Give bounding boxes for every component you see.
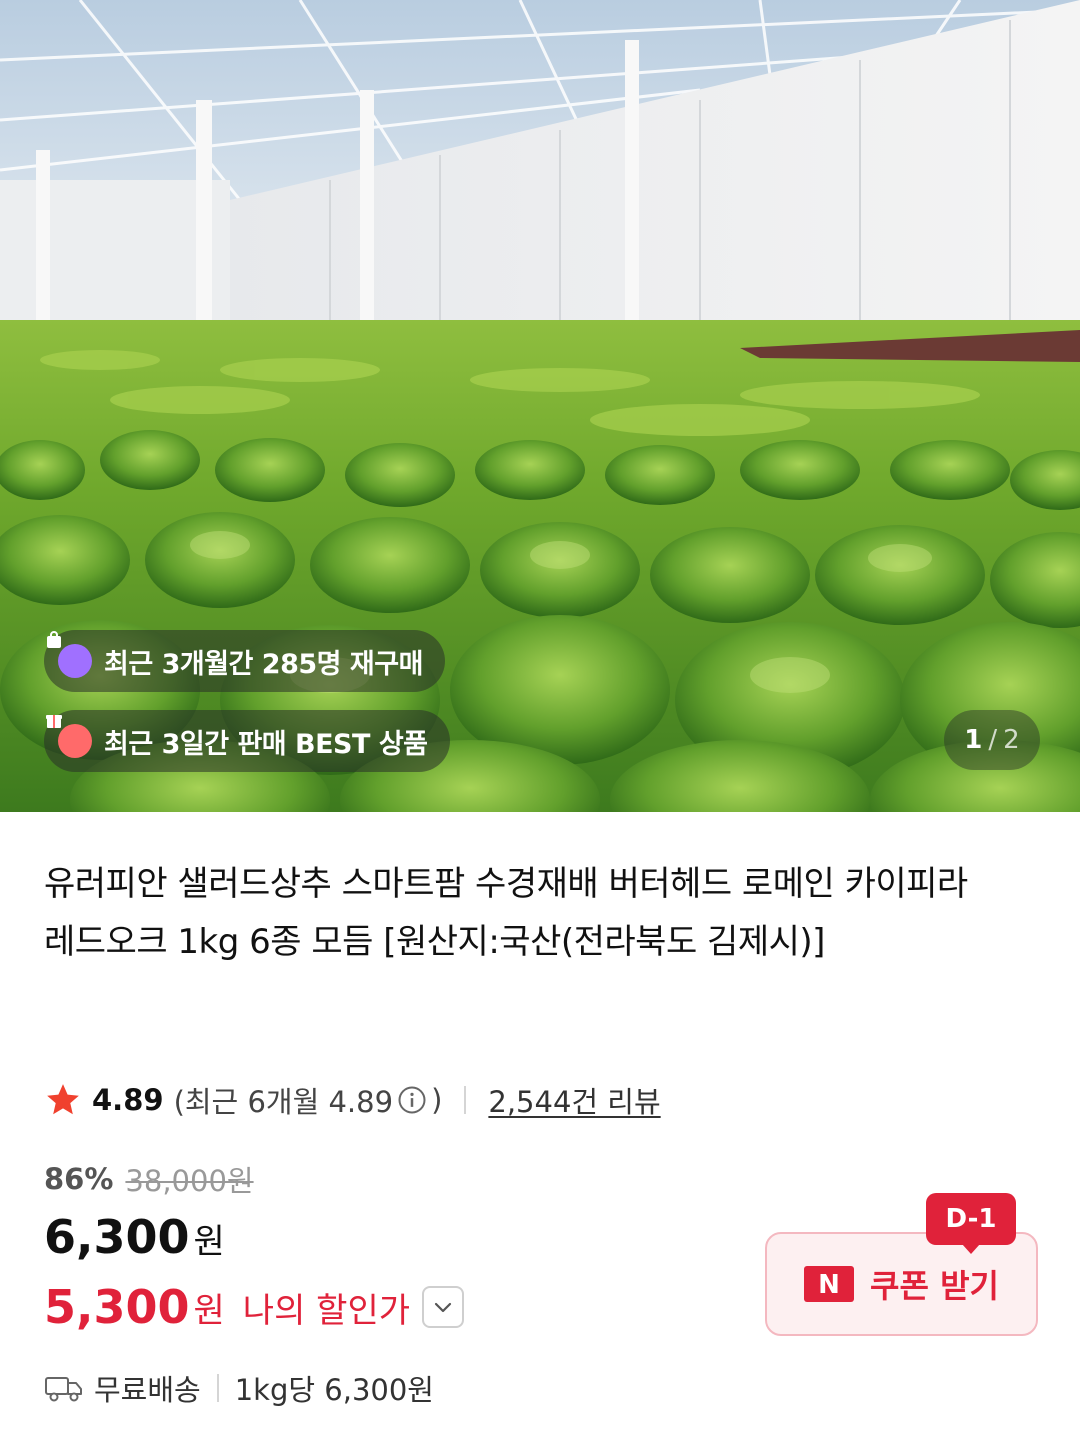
truck-icon xyxy=(45,1377,82,1402)
shopping-bag-icon xyxy=(47,631,92,678)
info-icon[interactable] xyxy=(397,1085,427,1115)
product-title: 유러피안 샐러드상추 스마트팜 수경재배 버터헤드 로메인 카이피라 레드오크 … xyxy=(44,864,968,962)
coupon-dday-badge: D-1 xyxy=(926,1193,1016,1245)
star-icon xyxy=(47,1084,79,1115)
product-image-carousel[interactable]: 최근 3개월간 285명 재구매 최근 3일간 판매 BEST 상품 1 / 2 xyxy=(0,0,1080,812)
price-row: 6,300 원 xyxy=(44,1210,225,1264)
recent-rating-close: ) xyxy=(431,1083,443,1117)
recent-rating: (최근 6개월 4.89 ) xyxy=(174,1079,443,1121)
unit-price: 1kg당 6,300원 xyxy=(234,1373,434,1407)
my-discount-price-unit: 원 xyxy=(193,1290,225,1331)
best-seller-badge: 최근 3일간 판매 BEST 상품 xyxy=(44,710,450,772)
total-pages: 2 xyxy=(1003,725,1020,755)
my-discount-label: 나의 할인가 xyxy=(242,1290,411,1331)
naver-n-logo-letter: N xyxy=(818,1270,840,1300)
divider xyxy=(216,1374,219,1402)
current-page: 1 xyxy=(964,725,983,755)
naver-n-logo-icon: N xyxy=(804,1266,855,1302)
discount-percent: 86% xyxy=(44,1162,114,1196)
review-count-link[interactable]: 2,544건 리뷰 xyxy=(488,1079,660,1121)
chevron-down-icon[interactable] xyxy=(422,1286,465,1328)
repurchase-badge-text: 최근 3개월간 285명 재구매 xyxy=(104,648,423,680)
discount-row: 86% 38,000원 xyxy=(44,1158,254,1200)
shipping-row: 무료배송 1kg당 6,300원 xyxy=(44,1366,434,1410)
gift-icon xyxy=(46,715,92,758)
get-coupon-button[interactable]: N 쿠폰 받기 xyxy=(765,1232,1038,1336)
recent-rating-text: (최근 6개월 4.89 xyxy=(173,1085,394,1119)
free-shipping-label: 무료배송 xyxy=(94,1373,201,1407)
rating-score: 4.89 xyxy=(92,1083,164,1117)
sale-price-unit: 원 xyxy=(193,1222,225,1262)
sale-price: 6,300 xyxy=(44,1210,190,1264)
original-price: 38,000원 xyxy=(125,1164,254,1198)
carousel-page-indicator: 1 / 2 xyxy=(944,710,1040,770)
my-discount-price: 5,300 xyxy=(44,1280,190,1334)
coupon-dday-badge-tail xyxy=(962,1244,980,1254)
divider xyxy=(464,1086,467,1114)
get-coupon-label: 쿠폰 받기 xyxy=(870,1267,999,1305)
my-discount-price-row[interactable]: 5,300 원 나의 할인가 xyxy=(44,1280,465,1334)
rating-row: 4.89 (최근 6개월 4.89 ) 2,544건 리뷰 xyxy=(44,1078,661,1122)
best-seller-badge-text: 최근 3일간 판매 BEST 상품 xyxy=(104,728,428,760)
repurchase-badge: 최근 3개월간 285명 재구매 xyxy=(44,630,445,692)
page-separator: / xyxy=(988,725,998,755)
